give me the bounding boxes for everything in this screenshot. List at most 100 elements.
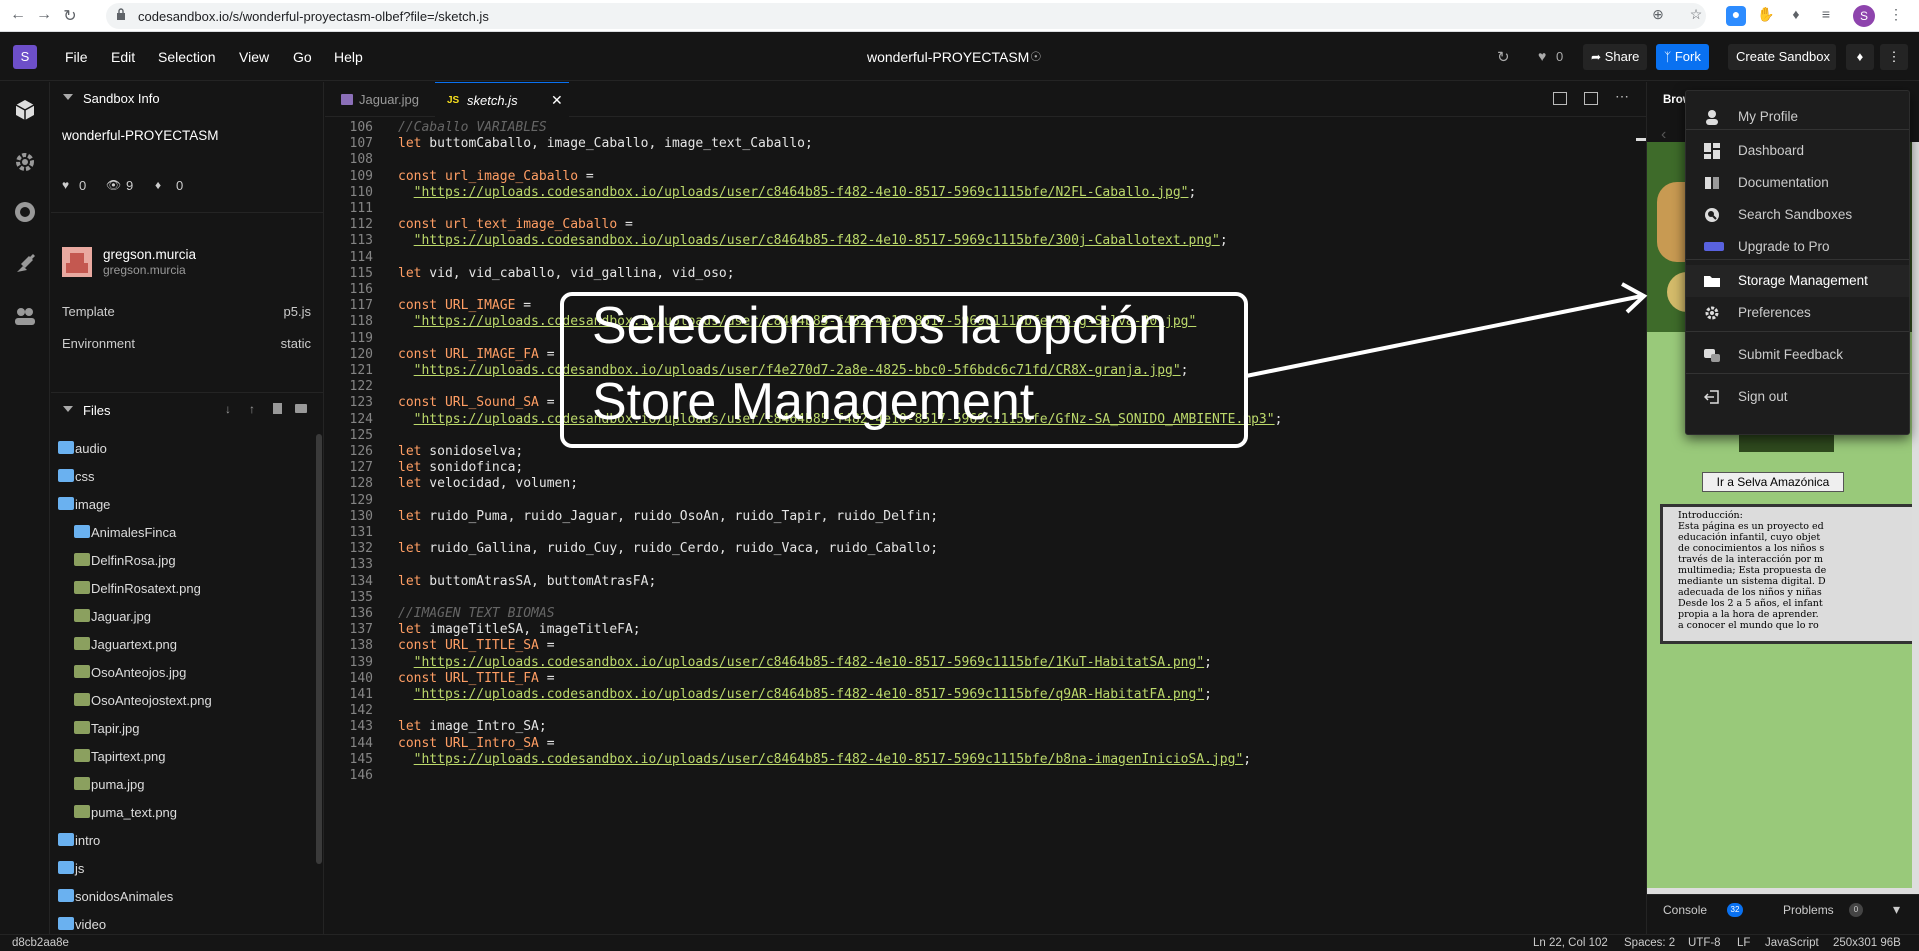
- file-item[interactable]: Tapir.jpg: [51, 714, 311, 742]
- code-line[interactable]: let image_Intro_SA;: [398, 719, 547, 734]
- problems-tab[interactable]: Problems: [1783, 903, 1834, 917]
- menu-edit[interactable]: Edit: [111, 49, 135, 65]
- profile-avatar[interactable]: S: [1853, 5, 1875, 27]
- more-menu-icon[interactable]: ⋮: [1880, 44, 1908, 70]
- menu-help[interactable]: Help: [334, 49, 363, 65]
- code-line[interactable]: //IMAGEN TEXT BIOMAS: [398, 606, 555, 621]
- refresh-icon[interactable]: ↻: [1497, 48, 1510, 66]
- language-mode[interactable]: JavaScript: [1765, 937, 1819, 949]
- go-to-selva-button[interactable]: Ir a Selva Amazónica: [1702, 472, 1844, 492]
- zoom-icon[interactable]: ⊕: [1648, 6, 1668, 26]
- files-header[interactable]: Files ↓ ↑: [51, 392, 323, 426]
- file-item[interactable]: Tapirtext.png: [51, 742, 311, 770]
- address-bar[interactable]: codesandbox.io/s/wonderful-proyectasm-ol…: [106, 3, 1706, 29]
- gear-icon[interactable]: [13, 150, 37, 174]
- panel-toggle-icon[interactable]: ▾: [1893, 901, 1900, 918]
- sidebar-scrollbar[interactable]: [316, 434, 322, 864]
- extensions-puzzle-icon[interactable]: ♦: [1786, 6, 1806, 26]
- menu-item-my-profile[interactable]: My Profile: [1686, 101, 1909, 133]
- folder-item[interactable]: video: [51, 910, 311, 934]
- sort-down-icon[interactable]: ↓: [225, 402, 231, 416]
- chrome-menu-icon[interactable]: ⋮: [1886, 6, 1906, 26]
- author-name[interactable]: gregson.murcia: [103, 247, 196, 262]
- code-line[interactable]: //Caballo VARIABLES: [398, 120, 547, 135]
- code-line[interactable]: let velocidad, volumen;: [398, 476, 578, 491]
- new-folder-icon[interactable]: [295, 404, 307, 413]
- back-arrow-icon[interactable]: ←: [8, 6, 28, 24]
- menu-item-search-sandboxes[interactable]: Search Sandboxes: [1686, 199, 1909, 231]
- code-line[interactable]: "https://uploads.codesandbox.io/uploads/…: [398, 233, 1228, 248]
- code-editor[interactable]: 106 //Caballo VARIABLES 107 let buttomCabal…: [325, 118, 1646, 934]
- menu-item-upgrade-to-pro[interactable]: Upgrade to Pro: [1686, 231, 1909, 263]
- avatar[interactable]: [62, 247, 92, 277]
- code-line[interactable]: const url_image_Caballo =: [398, 169, 594, 184]
- sort-up-icon[interactable]: ↑: [249, 402, 255, 416]
- sandbox-name[interactable]: wonderful-PROYECTASM: [62, 128, 219, 143]
- code-line[interactable]: let buttomCaballo, image_Caballo, image_…: [398, 136, 813, 151]
- sandbox-info-header[interactable]: Sandbox Info: [51, 82, 323, 116]
- console-tab[interactable]: Console: [1663, 903, 1707, 917]
- menu-selection[interactable]: Selection: [158, 49, 216, 65]
- file-item[interactable]: Jaguartext.png: [51, 630, 311, 658]
- code-line[interactable]: const url_text_image_Caballo =: [398, 217, 633, 232]
- code-line[interactable]: "https://uploads.codesandbox.io/uploads/…: [398, 185, 1197, 200]
- close-tab-icon[interactable]: ✕: [551, 83, 563, 118]
- menu-view[interactable]: View: [239, 49, 269, 65]
- rocket-icon[interactable]: [13, 252, 37, 276]
- code-line[interactable]: let ruido_Puma, ruido_Jaguar, ruido_OsoA…: [398, 509, 938, 524]
- file-item[interactable]: DelfinRosatext.png: [51, 574, 311, 602]
- code-line[interactable]: "https://uploads.codesandbox.io/uploads/…: [398, 687, 1212, 702]
- cube-icon[interactable]: [13, 98, 37, 122]
- code-line[interactable]: let vid, vid_caballo, vid_gallina, vid_o…: [398, 266, 735, 281]
- code-line[interactable]: const URL_IMAGE_FA =: [398, 347, 555, 362]
- tab-sketch[interactable]: JS sketch.js ✕: [435, 82, 569, 117]
- notifications-bell-icon[interactable]: ♦: [1846, 44, 1874, 70]
- cursor-position[interactable]: Ln 22, Col 102: [1533, 937, 1608, 949]
- file-item[interactable]: puma.jpg: [51, 770, 311, 798]
- menu-item-dashboard[interactable]: Dashboard: [1686, 135, 1909, 167]
- reading-list-icon[interactable]: ≡: [1816, 6, 1836, 26]
- menu-item-documentation[interactable]: Documentation: [1686, 167, 1909, 199]
- code-line[interactable]: "https://uploads.codesandbox.io/uploads/…: [398, 752, 1251, 767]
- code-line[interactable]: let ruido_Gallina, ruido_Cuy, ruido_Cerd…: [398, 541, 938, 556]
- folder-item[interactable]: audio: [51, 434, 311, 462]
- split-editor-icon[interactable]: [1553, 92, 1567, 105]
- folder-item[interactable]: image: [51, 490, 311, 518]
- menu-item-storage-management[interactable]: Storage Management: [1686, 265, 1909, 297]
- code-line[interactable]: const URL_TITLE_SA =: [398, 638, 555, 653]
- menu-item-sign-out[interactable]: Sign out: [1686, 381, 1909, 413]
- code-line[interactable]: let sonidoselva;: [398, 444, 523, 459]
- code-line[interactable]: let buttomAtrasSA, buttomAtrasFA;: [398, 574, 656, 589]
- indentation[interactable]: Spaces: 2: [1624, 937, 1675, 949]
- codesandbox-logo[interactable]: S: [13, 45, 37, 69]
- end-of-line[interactable]: LF: [1737, 937, 1750, 949]
- forward-arrow-icon[interactable]: →: [34, 6, 54, 24]
- file-item[interactable]: OsoAnteojos.jpg: [51, 658, 311, 686]
- open-preview-icon[interactable]: [1584, 92, 1598, 105]
- folder-item[interactable]: js: [51, 854, 311, 882]
- users-icon[interactable]: [13, 304, 37, 328]
- fork-button[interactable]: ᛉ Fork: [1656, 44, 1709, 70]
- menu-go[interactable]: Go: [293, 49, 312, 65]
- encoding[interactable]: UTF-8: [1688, 937, 1721, 949]
- code-line[interactable]: let sonidofinca;: [398, 460, 523, 475]
- menu-file[interactable]: File: [65, 49, 88, 65]
- file-item[interactable]: puma_text.png: [51, 798, 311, 826]
- code-line[interactable]: const URL_IMAGE =: [398, 298, 531, 313]
- folder-item[interactable]: sonidosAnimales: [51, 882, 311, 910]
- menu-item-preferences[interactable]: Preferences: [1686, 297, 1909, 329]
- code-line[interactable]: const URL_Intro_SA =: [398, 736, 555, 751]
- heart-icon[interactable]: ♥: [1538, 48, 1546, 64]
- hand-extension-icon[interactable]: ✋: [1756, 6, 1776, 26]
- share-button[interactable]: ➦ Share: [1583, 44, 1648, 70]
- tab-jaguar[interactable]: Jaguar.jpg: [325, 82, 433, 117]
- github-icon[interactable]: [13, 200, 37, 224]
- file-item[interactable]: OsoAnteojostext.png: [51, 686, 311, 714]
- more-actions-icon[interactable]: ⋯: [1615, 88, 1629, 105]
- folder-item[interactable]: intro: [51, 826, 311, 854]
- code-line[interactable]: let imageTitleSA, imageTitleFA;: [398, 622, 641, 637]
- zoom-extension-icon[interactable]: ●: [1726, 6, 1746, 26]
- code-line[interactable]: "https://uploads.codesandbox.io/uploads/…: [398, 655, 1212, 670]
- folder-item[interactable]: css: [51, 462, 311, 490]
- reload-icon[interactable]: ↻: [60, 6, 80, 26]
